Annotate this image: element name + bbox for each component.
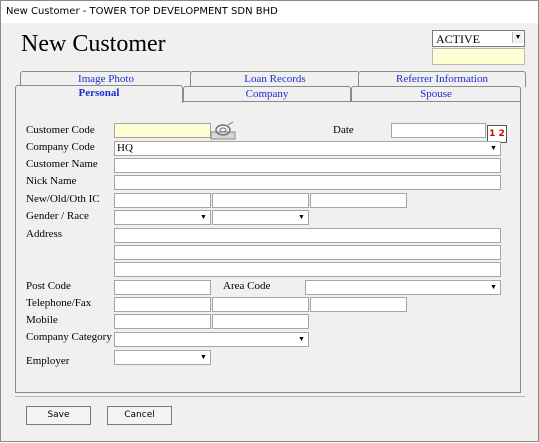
company-code-label: Company Code: [26, 141, 95, 153]
other-ic-input[interactable]: [310, 193, 407, 208]
chevron-down-icon[interactable]: ▼: [296, 334, 307, 345]
scan-icon[interactable]: [210, 121, 236, 140]
gender-select[interactable]: ▼: [114, 210, 211, 225]
employer-label: Employer: [26, 355, 70, 367]
customer-name-label: Customer Name: [26, 158, 98, 170]
telephone-2-input[interactable]: [212, 297, 309, 312]
nick-name-label: Nick Name: [26, 175, 77, 187]
chevron-down-icon[interactable]: ▼: [488, 282, 499, 293]
race-select[interactable]: ▼: [212, 210, 309, 225]
company-code-select[interactable]: HQ ▼: [114, 141, 501, 156]
new-ic-input[interactable]: [114, 193, 211, 208]
mobile-2-input[interactable]: [212, 314, 309, 329]
employer-select[interactable]: ▼: [114, 350, 211, 365]
address-line-3-input[interactable]: [114, 262, 501, 277]
chevron-down-icon[interactable]: ▼: [198, 212, 209, 223]
address-line-1-input[interactable]: [114, 228, 501, 243]
customer-code-input[interactable]: [114, 123, 211, 138]
mobile-label: Mobile: [26, 314, 58, 326]
telephone-fax-label: Telephone/Fax: [26, 297, 92, 309]
chevron-down-icon[interactable]: ▼: [198, 352, 209, 363]
area-code-label: Area Code: [223, 280, 271, 292]
fax-input[interactable]: [310, 297, 407, 312]
nick-name-input[interactable]: [114, 175, 501, 190]
telephone-input[interactable]: [114, 297, 211, 312]
date-label: Date: [333, 124, 354, 136]
area-code-select[interactable]: ▼: [305, 280, 501, 295]
date-input[interactable]: [391, 123, 486, 138]
address-label: Address: [26, 228, 63, 240]
address-line-2-input[interactable]: [114, 245, 501, 260]
chevron-down-icon[interactable]: ▼: [488, 143, 499, 154]
customer-name-input[interactable]: [114, 158, 501, 173]
mobile-input[interactable]: [114, 314, 211, 329]
company-category-label: Company Category: [26, 331, 112, 343]
company-code-value: HQ: [117, 142, 133, 154]
gender-race-label: Gender / Race: [26, 210, 89, 222]
chevron-down-icon[interactable]: ▼: [296, 212, 307, 223]
company-category-select[interactable]: ▼: [114, 332, 309, 347]
post-code-input[interactable]: [114, 280, 211, 295]
old-ic-input[interactable]: [212, 193, 309, 208]
customer-code-label: Customer Code: [26, 124, 95, 136]
post-code-label: Post Code: [26, 280, 71, 292]
ic-label: New/Old/Oth IC: [26, 193, 100, 205]
new-customer-window: New Customer - TOWER TOP DEVELOPMENT SDN…: [0, 0, 539, 442]
